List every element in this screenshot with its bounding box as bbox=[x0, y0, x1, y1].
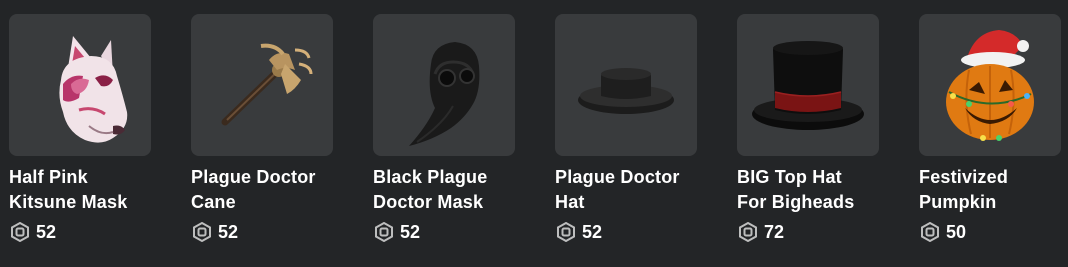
item-price: 52 bbox=[400, 221, 421, 242]
item-price: 52 bbox=[582, 221, 603, 242]
robux-icon bbox=[739, 222, 757, 242]
item-card[interactable]: Half Pink Kitsune Mask 52 bbox=[9, 14, 151, 243]
item-name-line: Black Plague bbox=[373, 167, 488, 187]
item-name[interactable]: Half Pink Kitsune Mask bbox=[9, 165, 151, 215]
item-grid: Half Pink Kitsune Mask 52 Plague Doctor … bbox=[0, 0, 1068, 267]
item-price: 50 bbox=[946, 221, 967, 242]
robux-icon bbox=[557, 222, 575, 242]
item-price: 52 bbox=[36, 221, 57, 242]
robux-icon bbox=[11, 222, 29, 242]
price-row: 52 bbox=[9, 221, 151, 243]
item-name[interactable]: Festivized Pumpkin bbox=[919, 165, 1061, 215]
item-name-line: Half Pink bbox=[9, 167, 88, 187]
item-name-line: Cane bbox=[191, 192, 236, 212]
item-name-line: Kitsune Mask bbox=[9, 192, 128, 212]
item-name[interactable]: Black Plague Doctor Mask bbox=[373, 165, 515, 215]
price-row: 52 bbox=[555, 221, 697, 243]
item-card[interactable]: Plague Doctor Cane 52 bbox=[191, 14, 333, 243]
item-card[interactable]: Plague Doctor Hat 52 bbox=[555, 14, 697, 243]
item-price: 52 bbox=[218, 221, 239, 242]
item-card[interactable]: BIG Top Hat For Bigheads 72 bbox=[737, 14, 879, 243]
cane-icon bbox=[221, 43, 313, 126]
robux-icon bbox=[193, 222, 211, 242]
item-name-line: Festivized bbox=[919, 167, 1009, 187]
item-name-line: Hat bbox=[555, 192, 585, 212]
item-name[interactable]: Plague Doctor Cane bbox=[191, 165, 333, 215]
item-thumbnail[interactable] bbox=[919, 14, 1061, 156]
top-hat-icon bbox=[752, 41, 864, 130]
item-name[interactable]: Plague Doctor Hat bbox=[555, 165, 697, 215]
item-thumbnail[interactable] bbox=[191, 14, 333, 156]
item-card[interactable]: Black Plague Doctor Mask 52 bbox=[373, 14, 515, 243]
price-row: 50 bbox=[919, 221, 1061, 243]
item-thumbnail[interactable] bbox=[373, 14, 515, 156]
item-name-line: BIG Top Hat bbox=[737, 167, 842, 187]
item-name-line: Plague Doctor bbox=[555, 167, 680, 187]
hat-icon bbox=[578, 68, 674, 114]
kitsune-mask-icon bbox=[59, 36, 128, 143]
robux-icon bbox=[921, 222, 939, 242]
plague-mask-icon bbox=[409, 42, 480, 146]
item-name-line: Pumpkin bbox=[919, 192, 997, 212]
price-row: 52 bbox=[373, 221, 515, 243]
item-card[interactable]: Festivized Pumpkin 50 bbox=[919, 14, 1061, 243]
item-name-line: For Bigheads bbox=[737, 192, 855, 212]
item-name[interactable]: BIG Top Hat For Bigheads bbox=[737, 165, 879, 215]
price-row: 52 bbox=[191, 221, 333, 243]
pumpkin-icon bbox=[946, 30, 1034, 141]
item-thumbnail[interactable] bbox=[555, 14, 697, 156]
item-name-line: Plague Doctor bbox=[191, 167, 316, 187]
robux-icon bbox=[375, 222, 393, 242]
price-row: 72 bbox=[737, 221, 879, 243]
item-thumbnail[interactable] bbox=[9, 14, 151, 156]
item-price: 72 bbox=[764, 221, 785, 242]
item-name-line: Doctor Mask bbox=[373, 192, 484, 212]
item-thumbnail[interactable] bbox=[737, 14, 879, 156]
